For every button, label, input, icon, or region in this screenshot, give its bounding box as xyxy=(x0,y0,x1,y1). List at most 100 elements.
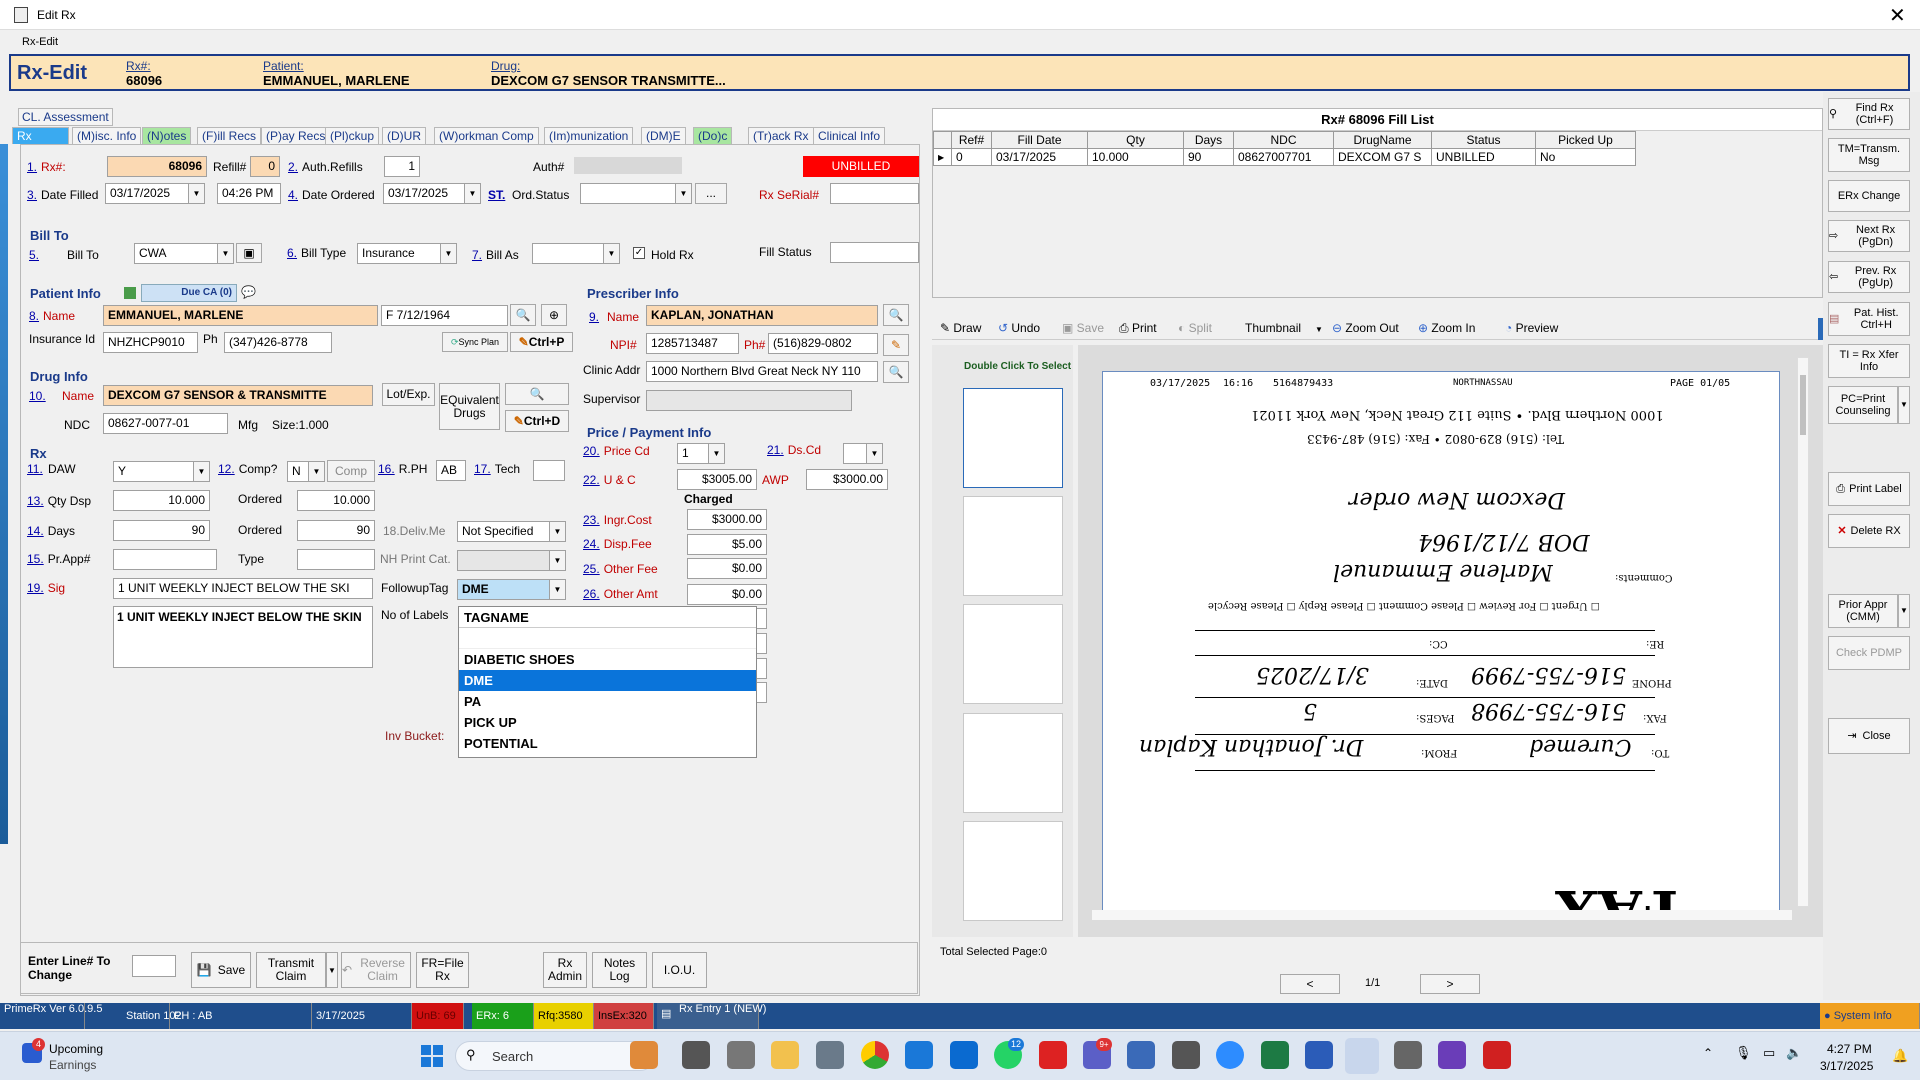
preview-button[interactable]: ◔ Preview xyxy=(1505,321,1558,335)
hold-rx-checkbox[interactable]: ✓ xyxy=(633,247,645,259)
other-fee-field[interactable]: $0.00 xyxy=(687,558,767,579)
chevron-down-icon[interactable]: ▼ xyxy=(603,244,619,263)
thumbnail-page-1[interactable] xyxy=(963,388,1063,488)
undo-button[interactable]: ↺ Undo xyxy=(998,321,1040,335)
insurance-id-field[interactable]: NHZHCP9010 xyxy=(103,332,198,353)
date-filled-field[interactable]: 03/17/2025 ▼ xyxy=(105,183,205,204)
drug-search-icon[interactable]: 🔍 xyxy=(505,383,569,405)
bill-to-field[interactable]: CWA ▼ xyxy=(134,243,234,264)
qty-field[interactable]: 10.000 xyxy=(113,490,210,511)
date-ordered-field[interactable]: 03/17/2025 ▼ xyxy=(383,183,481,204)
app-icon[interactable] xyxy=(727,1041,755,1069)
status-erx[interactable]: ERx: 6 xyxy=(472,1003,534,1029)
transmit-dropdown-button[interactable]: ▼ xyxy=(326,952,338,988)
prev-page-button[interactable]: < xyxy=(1280,974,1340,994)
tab-dme[interactable]: (DM)E xyxy=(641,127,686,144)
r-app-icon[interactable] xyxy=(905,1041,933,1069)
primerx2-icon[interactable] xyxy=(1394,1041,1422,1069)
tab-misc-info[interactable]: (M)isc. Info xyxy=(72,127,142,144)
trello-icon[interactable] xyxy=(950,1041,978,1069)
active-app-icon[interactable] xyxy=(1345,1038,1379,1074)
thumbnail-page-4[interactable] xyxy=(963,713,1063,813)
tab-immunization[interactable]: (Im)munization xyxy=(544,127,634,144)
start-icon[interactable] xyxy=(421,1045,443,1067)
tab-pickup[interactable]: (Pl)ckup xyxy=(325,127,380,144)
chevron-down-icon[interactable]: ▼ xyxy=(549,580,565,599)
ord-status-field[interactable]: ▼ xyxy=(580,183,692,204)
fill-status-field[interactable] xyxy=(830,242,919,263)
followup-field[interactable]: DME ▼ xyxy=(457,579,566,600)
viewer-hscrollbar[interactable] xyxy=(1092,910,1792,920)
notification-icon[interactable]: 🔔 xyxy=(1892,1048,1908,1064)
patient-phone-field[interactable]: (347)426-8778 xyxy=(224,332,332,353)
viewer-save-button[interactable]: ▣ Save xyxy=(1062,321,1104,335)
comp-button[interactable]: Comp xyxy=(327,460,375,482)
dropdown-option-diabetic-shoes[interactable]: DIABETIC SHOES xyxy=(459,649,756,670)
tab-dur[interactable]: (D)UR xyxy=(382,127,426,144)
chevron-down-icon[interactable]: ▼ xyxy=(464,184,480,203)
ctrl-d-button[interactable]: ✎ Ctrl+D xyxy=(505,410,569,432)
find-rx-button[interactable]: ⚲ Find Rx (Ctrl+F) xyxy=(1828,98,1910,130)
calculator-icon[interactable] xyxy=(816,1041,844,1069)
tab-cl-assessment[interactable]: CL. Assessment xyxy=(18,108,113,126)
type-field[interactable] xyxy=(297,549,375,570)
chevron-down-icon[interactable]: ▼ xyxy=(549,522,565,541)
search-icon[interactable]: 🔍 xyxy=(510,304,536,326)
prior-appr-dropdown[interactable]: ▼ xyxy=(1898,594,1910,628)
prior-appr-button[interactable]: Prior Appr (CMM) xyxy=(1828,594,1898,628)
print-counseling-dropdown[interactable]: ▼ xyxy=(1898,386,1910,424)
delete-rx-button[interactable]: ✕ Delete RX xyxy=(1828,514,1910,548)
chevron-down-icon[interactable]: ▼ xyxy=(866,444,882,463)
chevron-down-icon[interactable]: ▼ xyxy=(549,551,565,570)
bill-to-card-icon[interactable]: ▣ xyxy=(236,243,262,263)
sync-plan-button[interactable]: ⟳ Sync Plan xyxy=(442,332,508,352)
tab-track-rx[interactable]: (Tr)ack Rx xyxy=(748,127,814,144)
transm-msg-button[interactable]: TM=Transm. Msg xyxy=(1828,138,1910,172)
ds-cd-field[interactable]: ▼ xyxy=(843,443,883,464)
edit-icon[interactable] xyxy=(124,287,136,299)
iou-button[interactable]: I.O.U. xyxy=(652,952,707,988)
chevron-down-icon[interactable]: ▼ xyxy=(675,184,691,203)
comp-field[interactable]: N ▼ xyxy=(287,461,325,482)
supervisor-field[interactable] xyxy=(646,390,852,411)
table-row[interactable]: ▶ 0 03/17/2025 10.000 90 08627007701 DEX… xyxy=(933,148,1636,166)
zoom-in-button[interactable]: ⊕ Zoom In xyxy=(1418,321,1475,335)
tech-field[interactable] xyxy=(533,460,565,481)
daw-field[interactable]: Y ▼ xyxy=(113,461,210,482)
clock-date[interactable]: 3/17/2025 xyxy=(1820,1059,1873,1073)
lot-exp-button[interactable]: Lot/Exp. xyxy=(382,383,435,406)
tab-clinical-info[interactable]: Clinical Info xyxy=(813,127,886,144)
ctrl-p-button[interactable]: ✎ Ctrl+P xyxy=(510,332,573,352)
deliv-field[interactable]: Not Specified ▼ xyxy=(457,521,566,542)
reverse-claim-button[interactable]: ↶ Reverse Claim xyxy=(341,952,411,988)
fr-file-rx-button[interactable]: FR=File Rx xyxy=(416,952,469,988)
next-rx-button[interactable]: ⇨ Next Rx (PgDn) xyxy=(1828,220,1910,252)
ord-status-more-button[interactable]: ... xyxy=(695,183,727,204)
awp-field[interactable]: $3000.00 xyxy=(806,469,888,490)
close-button[interactable]: ⇥ Close xyxy=(1828,718,1910,754)
rx-admin-button[interactable]: Rx Admin xyxy=(543,952,587,988)
transmit-claim-button[interactable]: Transmit Claim xyxy=(256,952,326,988)
erx-change-button[interactable]: ERx Change xyxy=(1828,180,1910,212)
fax-page[interactable]: 03/17/2025 16:16 5164879433 NORTHNASSAU … xyxy=(1102,371,1780,911)
print-label-button[interactable]: ⎙ Print Label xyxy=(1828,472,1910,506)
notes-log-button[interactable]: Notes Log xyxy=(592,952,647,988)
npi-field[interactable]: 1285713487 xyxy=(646,333,739,354)
close-icon[interactable]: ✕ xyxy=(1889,3,1906,28)
patient-dob-field[interactable]: F 7/12/1964 xyxy=(381,305,508,326)
print-button[interactable]: ⎙ Print xyxy=(1119,321,1157,336)
status-rx-entry[interactable]: ▤ Rx Entry 1 (NEW) xyxy=(657,1003,766,1029)
bill-as-field[interactable]: ▼ xyxy=(532,243,620,264)
status-unbilled[interactable]: UnB: 69 xyxy=(412,1003,464,1029)
work-icon[interactable] xyxy=(630,1041,658,1069)
pat-hist-button[interactable]: ▤ Pat. Hist. Ctrl+H xyxy=(1828,302,1910,336)
uc-field[interactable]: $3005.00 xyxy=(677,469,757,490)
due-ca-badge[interactable]: Due CA (0) xyxy=(141,284,237,302)
refill-field[interactable]: 0 xyxy=(250,156,280,177)
next-page-button[interactable]: > xyxy=(1420,974,1480,994)
word-icon[interactable] xyxy=(1305,1041,1333,1069)
viewer-scrollbar[interactable] xyxy=(1797,357,1809,907)
chat-icon[interactable]: 💬 xyxy=(241,285,256,299)
tab-workman-comp[interactable]: (W)orkman Comp xyxy=(434,127,539,144)
chevron-down-icon[interactable]: ▼ xyxy=(217,244,233,263)
